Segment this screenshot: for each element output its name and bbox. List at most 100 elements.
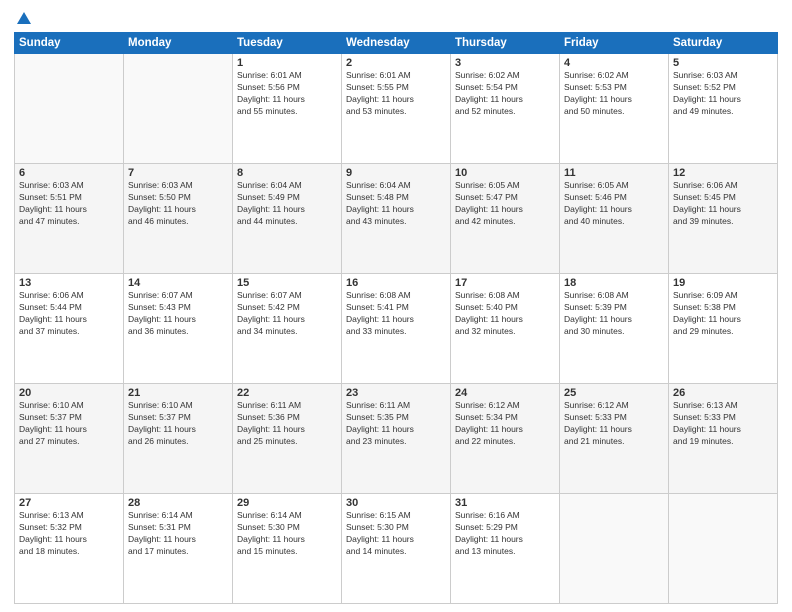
calendar-day-cell: 21Sunrise: 6:10 AM Sunset: 5:37 PM Dayli… [124, 384, 233, 494]
day-number: 4 [564, 57, 664, 69]
calendar-day-cell: 23Sunrise: 6:11 AM Sunset: 5:35 PM Dayli… [342, 384, 451, 494]
day-info: Sunrise: 6:07 AM Sunset: 5:43 PM Dayligh… [128, 290, 228, 338]
day-info: Sunrise: 6:13 AM Sunset: 5:33 PM Dayligh… [673, 400, 773, 448]
day-number: 31 [455, 497, 555, 509]
calendar-day-cell: 1Sunrise: 6:01 AM Sunset: 5:56 PM Daylig… [233, 54, 342, 164]
calendar-week-row: 27Sunrise: 6:13 AM Sunset: 5:32 PM Dayli… [15, 494, 778, 604]
day-number: 28 [128, 497, 228, 509]
weekday-header-sunday: Sunday [15, 33, 124, 54]
day-number: 17 [455, 277, 555, 289]
day-number: 8 [237, 167, 337, 179]
day-number: 10 [455, 167, 555, 179]
calendar-day-cell: 29Sunrise: 6:14 AM Sunset: 5:30 PM Dayli… [233, 494, 342, 604]
day-info: Sunrise: 6:04 AM Sunset: 5:48 PM Dayligh… [346, 180, 446, 228]
weekday-header-thursday: Thursday [451, 33, 560, 54]
day-info: Sunrise: 6:02 AM Sunset: 5:53 PM Dayligh… [564, 70, 664, 118]
calendar-week-row: 1Sunrise: 6:01 AM Sunset: 5:56 PM Daylig… [15, 54, 778, 164]
weekday-header-row: SundayMondayTuesdayWednesdayThursdayFrid… [15, 33, 778, 54]
weekday-header-tuesday: Tuesday [233, 33, 342, 54]
calendar-day-cell [560, 494, 669, 604]
calendar-day-cell: 20Sunrise: 6:10 AM Sunset: 5:37 PM Dayli… [15, 384, 124, 494]
calendar-day-cell [124, 54, 233, 164]
calendar-day-cell: 12Sunrise: 6:06 AM Sunset: 5:45 PM Dayli… [669, 164, 778, 274]
day-number: 5 [673, 57, 773, 69]
calendar-day-cell: 18Sunrise: 6:08 AM Sunset: 5:39 PM Dayli… [560, 274, 669, 384]
calendar-day-cell: 11Sunrise: 6:05 AM Sunset: 5:46 PM Dayli… [560, 164, 669, 274]
weekday-header-wednesday: Wednesday [342, 33, 451, 54]
header [14, 10, 778, 26]
day-info: Sunrise: 6:03 AM Sunset: 5:52 PM Dayligh… [673, 70, 773, 118]
calendar-day-cell: 26Sunrise: 6:13 AM Sunset: 5:33 PM Dayli… [669, 384, 778, 494]
calendar-day-cell: 19Sunrise: 6:09 AM Sunset: 5:38 PM Dayli… [669, 274, 778, 384]
day-info: Sunrise: 6:08 AM Sunset: 5:40 PM Dayligh… [455, 290, 555, 338]
day-number: 29 [237, 497, 337, 509]
day-info: Sunrise: 6:11 AM Sunset: 5:36 PM Dayligh… [237, 400, 337, 448]
weekday-header-saturday: Saturday [669, 33, 778, 54]
calendar-day-cell: 9Sunrise: 6:04 AM Sunset: 5:48 PM Daylig… [342, 164, 451, 274]
calendar-day-cell [15, 54, 124, 164]
day-info: Sunrise: 6:14 AM Sunset: 5:30 PM Dayligh… [237, 510, 337, 558]
day-info: Sunrise: 6:05 AM Sunset: 5:46 PM Dayligh… [564, 180, 664, 228]
day-number: 13 [19, 277, 119, 289]
day-info: Sunrise: 6:12 AM Sunset: 5:34 PM Dayligh… [455, 400, 555, 448]
day-number: 30 [346, 497, 446, 509]
calendar-day-cell: 15Sunrise: 6:07 AM Sunset: 5:42 PM Dayli… [233, 274, 342, 384]
day-info: Sunrise: 6:07 AM Sunset: 5:42 PM Dayligh… [237, 290, 337, 338]
calendar-week-row: 6Sunrise: 6:03 AM Sunset: 5:51 PM Daylig… [15, 164, 778, 274]
calendar-day-cell [669, 494, 778, 604]
day-info: Sunrise: 6:03 AM Sunset: 5:51 PM Dayligh… [19, 180, 119, 228]
calendar-day-cell: 16Sunrise: 6:08 AM Sunset: 5:41 PM Dayli… [342, 274, 451, 384]
day-info: Sunrise: 6:11 AM Sunset: 5:35 PM Dayligh… [346, 400, 446, 448]
day-number: 18 [564, 277, 664, 289]
day-number: 14 [128, 277, 228, 289]
day-number: 7 [128, 167, 228, 179]
calendar-day-cell: 31Sunrise: 6:16 AM Sunset: 5:29 PM Dayli… [451, 494, 560, 604]
calendar-day-cell: 27Sunrise: 6:13 AM Sunset: 5:32 PM Dayli… [15, 494, 124, 604]
day-info: Sunrise: 6:09 AM Sunset: 5:38 PM Dayligh… [673, 290, 773, 338]
calendar-day-cell: 30Sunrise: 6:15 AM Sunset: 5:30 PM Dayli… [342, 494, 451, 604]
day-info: Sunrise: 6:12 AM Sunset: 5:33 PM Dayligh… [564, 400, 664, 448]
day-info: Sunrise: 6:08 AM Sunset: 5:41 PM Dayligh… [346, 290, 446, 338]
day-info: Sunrise: 6:14 AM Sunset: 5:31 PM Dayligh… [128, 510, 228, 558]
calendar-day-cell: 7Sunrise: 6:03 AM Sunset: 5:50 PM Daylig… [124, 164, 233, 274]
day-info: Sunrise: 6:15 AM Sunset: 5:30 PM Dayligh… [346, 510, 446, 558]
day-info: Sunrise: 6:04 AM Sunset: 5:49 PM Dayligh… [237, 180, 337, 228]
day-info: Sunrise: 6:01 AM Sunset: 5:55 PM Dayligh… [346, 70, 446, 118]
calendar-day-cell: 6Sunrise: 6:03 AM Sunset: 5:51 PM Daylig… [15, 164, 124, 274]
day-info: Sunrise: 6:03 AM Sunset: 5:50 PM Dayligh… [128, 180, 228, 228]
day-number: 19 [673, 277, 773, 289]
calendar-day-cell: 17Sunrise: 6:08 AM Sunset: 5:40 PM Dayli… [451, 274, 560, 384]
calendar-day-cell: 5Sunrise: 6:03 AM Sunset: 5:52 PM Daylig… [669, 54, 778, 164]
day-number: 9 [346, 167, 446, 179]
day-number: 3 [455, 57, 555, 69]
day-number: 2 [346, 57, 446, 69]
day-number: 22 [237, 387, 337, 399]
weekday-header-friday: Friday [560, 33, 669, 54]
day-number: 6 [19, 167, 119, 179]
day-info: Sunrise: 6:05 AM Sunset: 5:47 PM Dayligh… [455, 180, 555, 228]
day-number: 15 [237, 277, 337, 289]
calendar-week-row: 13Sunrise: 6:06 AM Sunset: 5:44 PM Dayli… [15, 274, 778, 384]
calendar-day-cell: 14Sunrise: 6:07 AM Sunset: 5:43 PM Dayli… [124, 274, 233, 384]
calendar-day-cell: 10Sunrise: 6:05 AM Sunset: 5:47 PM Dayli… [451, 164, 560, 274]
calendar-day-cell: 4Sunrise: 6:02 AM Sunset: 5:53 PM Daylig… [560, 54, 669, 164]
day-number: 20 [19, 387, 119, 399]
day-number: 26 [673, 387, 773, 399]
day-info: Sunrise: 6:06 AM Sunset: 5:44 PM Dayligh… [19, 290, 119, 338]
day-number: 16 [346, 277, 446, 289]
calendar-day-cell: 24Sunrise: 6:12 AM Sunset: 5:34 PM Dayli… [451, 384, 560, 494]
day-number: 23 [346, 387, 446, 399]
day-info: Sunrise: 6:02 AM Sunset: 5:54 PM Dayligh… [455, 70, 555, 118]
day-info: Sunrise: 6:08 AM Sunset: 5:39 PM Dayligh… [564, 290, 664, 338]
day-number: 12 [673, 167, 773, 179]
calendar-day-cell: 3Sunrise: 6:02 AM Sunset: 5:54 PM Daylig… [451, 54, 560, 164]
day-number: 24 [455, 387, 555, 399]
day-number: 25 [564, 387, 664, 399]
day-number: 11 [564, 167, 664, 179]
day-info: Sunrise: 6:16 AM Sunset: 5:29 PM Dayligh… [455, 510, 555, 558]
calendar-table: SundayMondayTuesdayWednesdayThursdayFrid… [14, 32, 778, 604]
day-info: Sunrise: 6:10 AM Sunset: 5:37 PM Dayligh… [128, 400, 228, 448]
calendar-day-cell: 28Sunrise: 6:14 AM Sunset: 5:31 PM Dayli… [124, 494, 233, 604]
logo-icon [15, 10, 33, 28]
calendar-week-row: 20 Sunrise: 6:10 AM Sunset: 5:37 PM Dayli… [15, 384, 778, 494]
